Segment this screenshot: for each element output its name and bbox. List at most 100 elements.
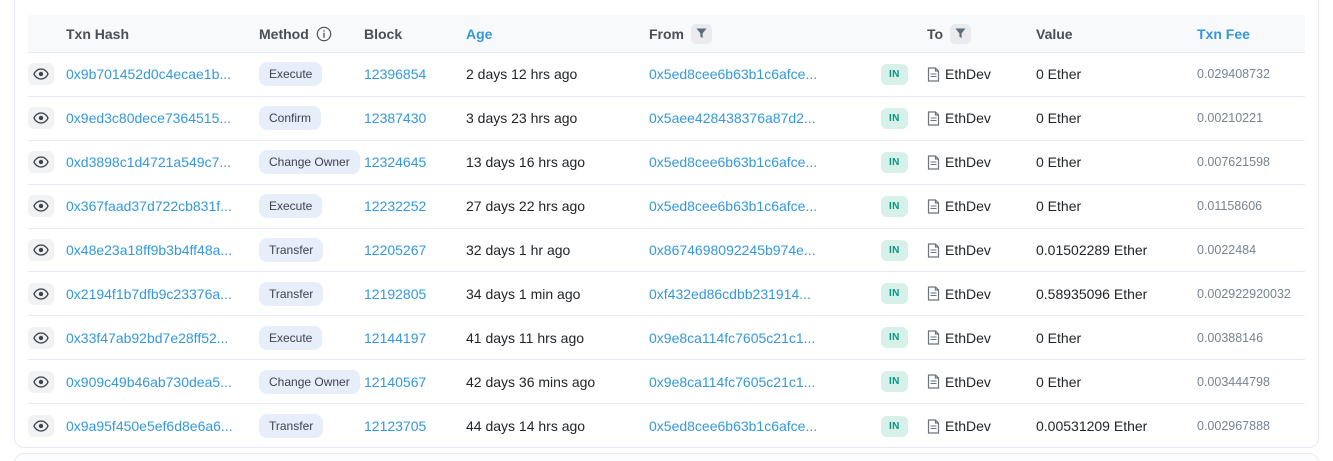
to-name-text[interactable]: EthDev	[945, 286, 991, 302]
to-name-text[interactable]: EthDev	[945, 66, 991, 82]
value-cell: 0 Ether	[1036, 66, 1191, 82]
eye-icon[interactable]	[28, 195, 54, 217]
to-address-link[interactable]: EthDev	[927, 198, 991, 214]
block-cell: 12140567	[364, 374, 466, 390]
method-badge: Execute	[259, 326, 322, 350]
block-link[interactable]: 12205267	[364, 242, 426, 258]
age-cell: 13 days 16 hrs ago	[466, 154, 649, 170]
block-link[interactable]: 12324645	[364, 154, 426, 170]
to-address-link[interactable]: EthDev	[927, 374, 991, 390]
block-link[interactable]: 12123705	[364, 418, 426, 434]
to-address-link[interactable]: EthDev	[927, 330, 991, 346]
direction-cell: IN	[881, 327, 927, 348]
header-age-label[interactable]: Age	[466, 26, 492, 42]
to-name-text[interactable]: EthDev	[945, 242, 991, 258]
method-cell: Transfer	[259, 238, 364, 262]
eye-icon[interactable]	[28, 63, 54, 85]
document-icon	[927, 374, 940, 389]
age-cell: 2 days 12 hrs ago	[466, 66, 649, 82]
to-filter-button[interactable]	[950, 24, 971, 44]
header-age[interactable]: Age	[466, 26, 649, 42]
to-name-text[interactable]: EthDev	[945, 110, 991, 126]
to-name-text[interactable]: EthDev	[945, 198, 991, 214]
eye-icon[interactable]	[28, 107, 54, 129]
eye-icon[interactable]	[28, 239, 54, 261]
from-address-link[interactable]: 0x8674698092245b974e...	[649, 242, 816, 258]
from-cell: 0x5aee428438376a87d2...	[649, 110, 881, 126]
to-address-link[interactable]: EthDev	[927, 286, 991, 302]
method-badge: Change Owner	[259, 370, 360, 394]
txn-hash-cell: 0xd3898c1d4721a549c7...	[66, 154, 259, 170]
table-row: 0x48e23a18ff9b3b4ff48a... Transfer 12205…	[28, 229, 1305, 273]
value-text: 0 Ether	[1036, 198, 1081, 214]
block-cell: 12324645	[364, 154, 466, 170]
txn-fee-text: 0.00210221	[1197, 111, 1263, 125]
from-filter-button[interactable]	[691, 24, 712, 44]
from-address-link[interactable]: 0x5ed8cee6b63b1c6afce...	[649, 154, 817, 170]
table-row: 0x33f47ab92bd7e28ff52... Execute 1214419…	[28, 316, 1305, 360]
to-name-text[interactable]: EthDev	[945, 418, 991, 434]
from-address-link[interactable]: 0xf432ed86cdbb231914...	[649, 286, 811, 302]
eye-icon[interactable]	[28, 283, 54, 305]
from-address-link[interactable]: 0x5aee428438376a87d2...	[649, 110, 816, 126]
from-address-link[interactable]: 0x5ed8cee6b63b1c6afce...	[649, 66, 817, 82]
value-cell: 0 Ether	[1036, 110, 1191, 126]
txn-hash-link[interactable]: 0xd3898c1d4721a549c7...	[66, 154, 231, 170]
value-text: 0 Ether	[1036, 374, 1081, 390]
txn-hash-cell: 0x909c49b46ab730dea5...	[66, 374, 259, 390]
value-text: 0.58935096 Ether	[1036, 286, 1147, 302]
from-address-link[interactable]: 0x9e8ca114fc7605c21c1...	[649, 374, 815, 390]
to-name-text[interactable]: EthDev	[945, 330, 991, 346]
from-address-link[interactable]: 0x5ed8cee6b63b1c6afce...	[649, 198, 817, 214]
to-name-text[interactable]: EthDev	[945, 374, 991, 390]
txn-hash-link[interactable]: 0x909c49b46ab730dea5...	[66, 374, 232, 390]
header-txn-fee-label[interactable]: Txn Fee	[1197, 26, 1250, 42]
from-cell: 0x5ed8cee6b63b1c6afce...	[649, 154, 881, 170]
block-cell: 12396854	[364, 66, 466, 82]
block-link[interactable]: 12387430	[364, 110, 426, 126]
block-link[interactable]: 12232252	[364, 198, 426, 214]
txn-hash-link[interactable]: 0x2194f1b7dfb9c23376a...	[66, 286, 232, 302]
txn-fee-cell: 0.00210221	[1191, 111, 1305, 125]
method-cell: Transfer	[259, 282, 364, 306]
from-cell: 0x5ed8cee6b63b1c6afce...	[649, 198, 881, 214]
block-link[interactable]: 12192805	[364, 286, 426, 302]
header-txn-fee[interactable]: Txn Fee	[1191, 26, 1305, 42]
to-address-link[interactable]: EthDev	[927, 110, 991, 126]
table-row: 0x367faad37d722cb831f... Execute 1223225…	[28, 185, 1305, 229]
block-link[interactable]: 12396854	[364, 66, 426, 82]
txn-hash-link[interactable]: 0x367faad37d722cb831f...	[66, 198, 232, 214]
in-badge: IN	[881, 371, 908, 392]
txn-hash-link[interactable]: 0x9ed3c80dece7364515...	[66, 110, 231, 126]
txn-hash-link[interactable]: 0x33f47ab92bd7e28ff52...	[66, 330, 228, 346]
header-value: Value	[1036, 26, 1191, 42]
txn-fee-cell: 0.003444798	[1191, 375, 1305, 389]
eye-icon[interactable]	[28, 371, 54, 393]
to-cell: EthDev	[927, 110, 1036, 126]
eye-icon[interactable]	[28, 415, 54, 437]
to-address-link[interactable]: EthDev	[927, 242, 991, 258]
table-row: 0x9ed3c80dece7364515... Confirm 12387430…	[28, 97, 1305, 141]
info-icon[interactable]	[316, 26, 332, 42]
txn-hash-link[interactable]: 0x9a95f450e5ef6d8e6a6...	[66, 418, 233, 434]
eye-icon[interactable]	[28, 151, 54, 173]
block-cell: 12232252	[364, 198, 466, 214]
txn-hash-link[interactable]: 0x9b701452d0c4ecae1b...	[66, 66, 231, 82]
from-address-link[interactable]: 0x5ed8cee6b63b1c6afce...	[649, 418, 817, 434]
to-address-link[interactable]: EthDev	[927, 418, 991, 434]
block-link[interactable]: 12140567	[364, 374, 426, 390]
txn-fee-text: 0.003444798	[1197, 375, 1270, 389]
eye-icon[interactable]	[28, 327, 54, 349]
to-name-text[interactable]: EthDev	[945, 154, 991, 170]
from-address-link[interactable]: 0x9e8ca114fc7605c21c1...	[649, 330, 815, 346]
txn-fee-cell: 0.00388146	[1191, 331, 1305, 345]
method-badge: Execute	[259, 194, 322, 218]
method-cell: Execute	[259, 326, 364, 350]
row-action-cell	[28, 195, 66, 217]
next-card-edge	[14, 453, 1319, 461]
to-address-link[interactable]: EthDev	[927, 66, 991, 82]
method-badge: Transfer	[259, 414, 323, 438]
txn-hash-link[interactable]: 0x48e23a18ff9b3b4ff48a...	[66, 242, 232, 258]
block-link[interactable]: 12144197	[364, 330, 426, 346]
to-address-link[interactable]: EthDev	[927, 154, 991, 170]
